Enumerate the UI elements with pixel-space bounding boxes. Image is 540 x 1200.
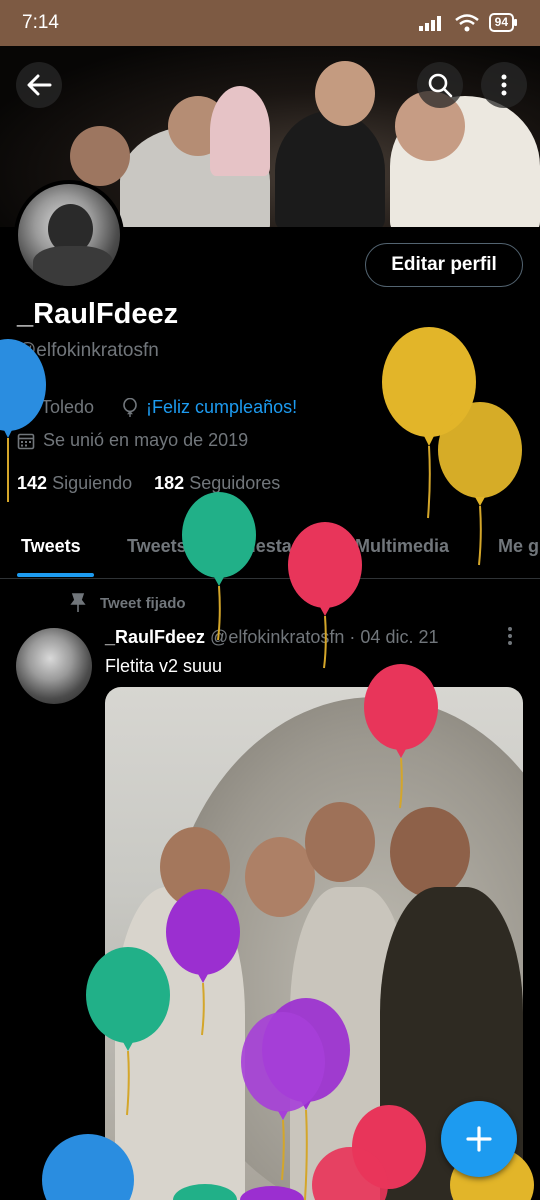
balloon-icon <box>123 397 137 417</box>
followers-count: 182 <box>154 473 185 493</box>
tweet-more-button[interactable] <box>507 626 513 646</box>
avatar-image <box>18 184 120 286</box>
tweet-author-name[interactable]: _RaulFdeez <box>105 627 205 647</box>
profile-avatar[interactable] <box>14 180 124 290</box>
tweet-header: _RaulFdeez @elfokinkratosfn · 04 dic. 21 <box>105 627 438 648</box>
tweet-text: Fletita v2 suuu <box>105 656 223 676</box>
photo-figure <box>305 802 375 882</box>
tweet-author-avatar[interactable] <box>16 628 92 704</box>
status-time: 7:14 <box>22 12 59 33</box>
photo-figure <box>245 837 315 917</box>
battery-icon: 94 <box>488 13 518 32</box>
profile-display-name: _RaulFdeez <box>17 298 179 330</box>
status-icons: 94 <box>418 13 518 32</box>
status-bar: 7:14 94 <box>0 0 540 46</box>
photo-figure <box>160 827 230 907</box>
wifi-icon <box>454 13 479 31</box>
banner-photo-figure <box>70 126 130 186</box>
compose-tweet-button[interactable] <box>441 1101 517 1177</box>
following-label: Siguiendo <box>52 473 133 493</box>
profile-handle: @elfokinkratosfn <box>17 340 159 361</box>
more-vertical-icon <box>501 74 507 96</box>
tweet-date: 04 dic. 21 <box>360 627 439 647</box>
tab-tweets[interactable]: Tweets <box>21 536 81 557</box>
balloon-icon <box>382 327 476 519</box>
follow-stats: 142 Siguiendo 182 Seguidores <box>17 473 280 494</box>
profile-meta-row: Toledo ¡Feliz cumpleaños! <box>17 397 297 418</box>
search-button[interactable] <box>417 62 463 108</box>
calendar-icon <box>17 433 35 449</box>
profile-joined-date: Se unió en mayo de 2019 <box>43 430 249 450</box>
tab-media[interactable]: Multimedia <box>355 536 449 557</box>
tab-likes[interactable]: Me g <box>498 536 539 557</box>
followers-link[interactable]: 182 Seguidores <box>154 473 280 494</box>
signal-icon <box>418 15 441 31</box>
location-pin-icon <box>17 397 33 418</box>
tweet-separator: · <box>349 627 356 647</box>
profile-joined-row: Se unió en mayo de 2019 <box>17 430 248 451</box>
active-tab-indicator <box>17 573 94 577</box>
tweet-author-handle: @elfokinkratosfn <box>210 627 345 647</box>
profile-tabs: Tweets Tweets y respuestas Multimedia Me… <box>0 530 540 579</box>
more-vertical-icon <box>508 627 512 645</box>
profile-birthday-link[interactable]: ¡Feliz cumpleaños! <box>146 397 297 418</box>
following-count: 142 <box>17 473 48 493</box>
pin-icon <box>70 593 86 612</box>
following-link[interactable]: 142 Siguiendo <box>17 473 132 494</box>
back-button[interactable] <box>16 62 62 108</box>
more-options-button[interactable] <box>481 62 527 108</box>
banner-photo-figure <box>210 86 270 176</box>
banner-photo-figure <box>275 111 385 227</box>
tab-tweets-and-replies[interactable]: Tweets y respuestas <box>127 536 302 557</box>
photo-figure <box>115 887 245 1200</box>
search-icon <box>428 73 453 98</box>
plus-icon <box>466 1126 492 1152</box>
followers-label: Seguidores <box>189 473 281 493</box>
edit-profile-button[interactable]: Editar perfil <box>365 243 523 287</box>
pinned-label: Tweet fijado <box>100 594 186 612</box>
banner-photo-figure <box>315 61 375 126</box>
profile-location: Toledo <box>41 397 95 417</box>
pinned-indicator: Tweet fijado <box>70 593 186 613</box>
photo-figure <box>390 807 470 897</box>
back-arrow-icon <box>27 74 52 96</box>
